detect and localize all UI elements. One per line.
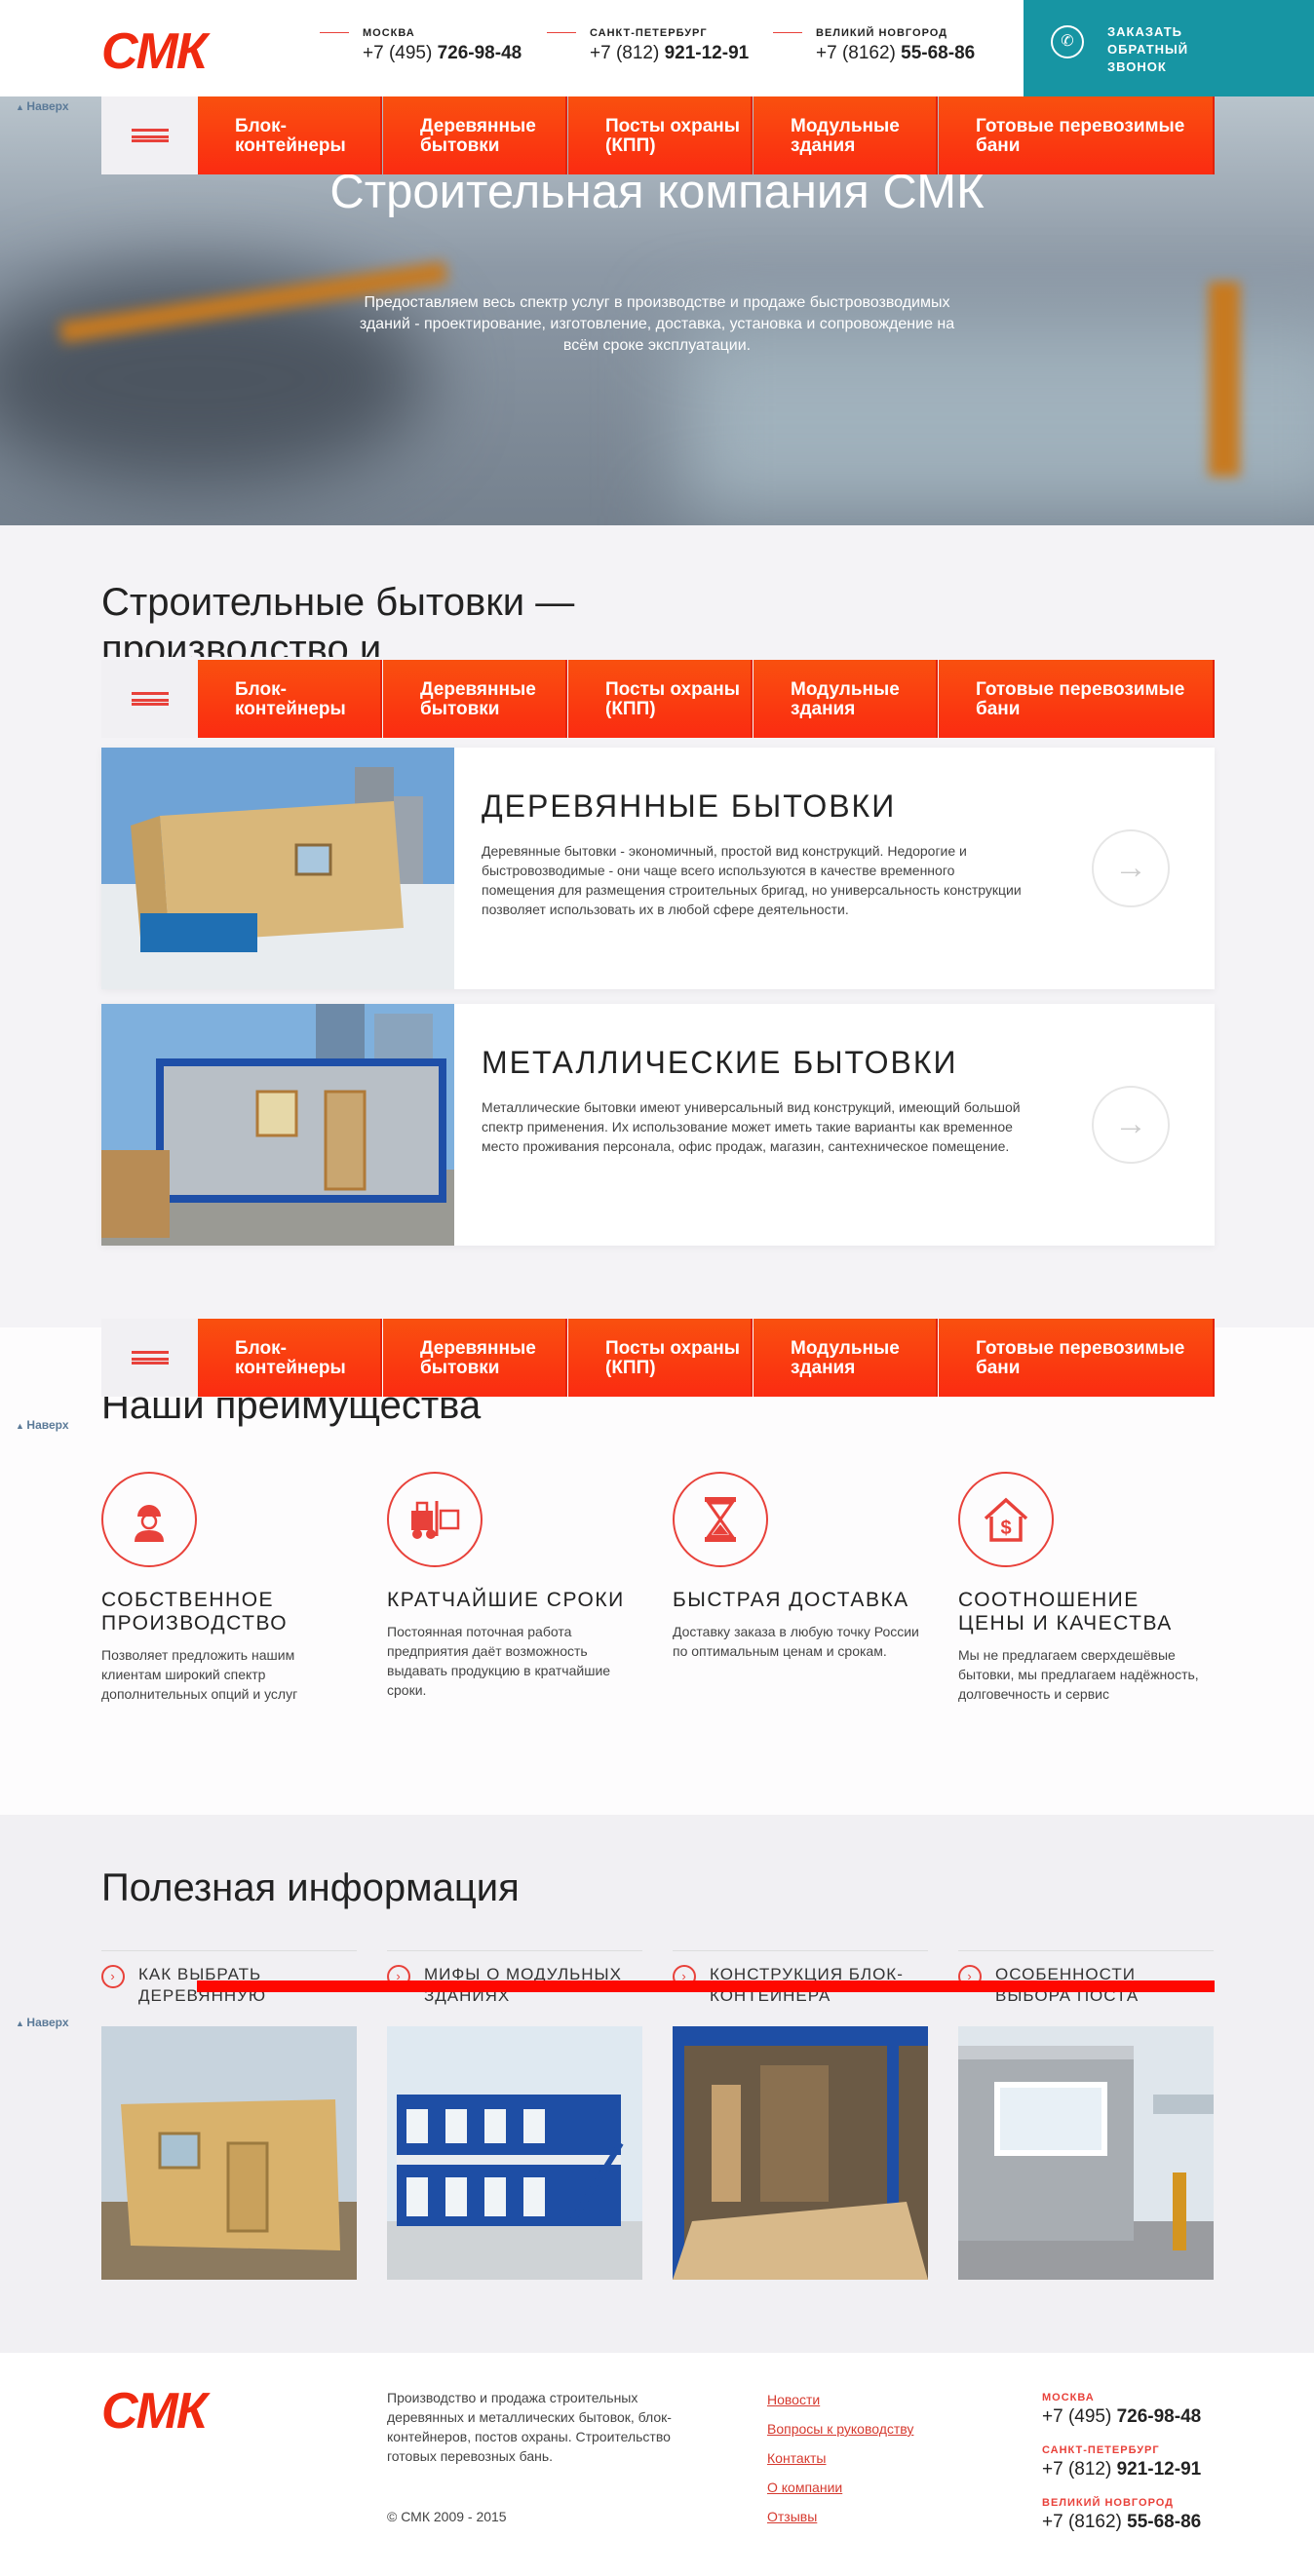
section-title-info: Полезная информация (101, 1866, 520, 1909)
phone-icon: ✆ (1051, 25, 1084, 58)
article-image[interactable] (101, 2026, 357, 2280)
contact-city-novgorod: ВЕЛИКИЙ НОВГОРОД (772, 27, 948, 39)
info-article[interactable]: › МИФЫ О МОДУЛЬНЫХ ЗДАНИЯХ (387, 1950, 642, 2280)
phone-novgorod[interactable]: +7 (8162) 55-68-86 (816, 43, 975, 64)
footer-link-about[interactable]: О компании (767, 2480, 842, 2495)
logo[interactable]: СМК (101, 26, 208, 77)
sticky-nav-copy: Блок-контейнеры Деревянные бытовки Посты… (101, 1319, 1215, 1397)
footer-link-news[interactable]: Новости (767, 2392, 820, 2407)
nav-item-wooden-cabins[interactable]: Деревянные бытовки (383, 1319, 567, 1397)
footer-phone-moscow[interactable]: +7 (495) 726-98-48 (1042, 2406, 1201, 2428)
article-image[interactable] (958, 2026, 1214, 2280)
footer-description: Производство и продажа строительных дере… (387, 2390, 672, 2464)
advantage-item: СОБСТВЕННОЕ ПРОИЗВОДСТВО Позволяет предл… (101, 1472, 355, 1704)
advantage-title: БЫСТРАЯ ДОСТАВКА (673, 1589, 909, 1611)
footer-city-novgorod: ВЕЛИКИЙ НОВГОРОД (1042, 2497, 1175, 2509)
advantage-title: СОБСТВЕННОЕ ПРОИЗВОДСТВО (101, 1589, 289, 1634)
footer-copyright: © СМК 2009 - 2015 (387, 2509, 507, 2524)
card-title: ДЕРЕВЯННЫЕ БЫТОВКИ (482, 788, 897, 824)
section-title-cabins: Строительные бытовки — производство и (101, 581, 575, 657)
card-title: МЕТАЛЛИЧЕСКИЕ БЫТОВКИ (482, 1045, 958, 1080)
nav-item-modular-buildings[interactable]: Модульные здания (754, 660, 938, 738)
main-nav: Блок-контейнеры Деревянные бытовки Посты… (101, 96, 1215, 174)
back-to-top-link[interactable]: Наверх (16, 2016, 68, 2029)
nav-item-saunas[interactable]: Готовые перевозимые бани (939, 660, 1215, 738)
house-dollar-icon: $ (958, 1472, 1054, 1567)
worker-icon (101, 1472, 197, 1567)
phone-spb[interactable]: +7 (812) 921-12-91 (590, 43, 749, 64)
nav-item-guard-posts[interactable]: Посты охраны (КПП) (568, 96, 753, 174)
arrow-right-icon[interactable]: → (1092, 1086, 1170, 1164)
article-image[interactable] (387, 2026, 642, 2280)
hourglass-icon (673, 1472, 768, 1567)
site-header: СМК МОСКВА +7 (495) 726-98-48 САНКТ-ПЕТЕ… (0, 0, 1314, 96)
menu-burger-icon[interactable] (101, 1319, 198, 1397)
nav-item-wooden-cabins[interactable]: Деревянные бытовки (383, 96, 567, 174)
hero-subtitle: Предоставляем весь спектр услуг в произв… (359, 294, 955, 354)
footer-phone-novgorod[interactable]: +7 (8162) 55-68-86 (1042, 2512, 1201, 2533)
nav-item-modular-buildings[interactable]: Модульные здания (754, 96, 938, 174)
advantage-title: КРАТЧАЙШИЕ СРОКИ (387, 1589, 625, 1611)
footer-link-questions[interactable]: Вопросы к руководству (767, 2421, 913, 2437)
card-text: Металлические бытовки имеют универсальны… (482, 1099, 1021, 1154)
advantage-title: СООТНОШЕНИЕ ЦЕНЫ И КАЧЕСТВА (958, 1589, 1173, 1634)
nav-item-modular-buildings[interactable]: Модульные здания (754, 1319, 938, 1397)
menu-burger-icon[interactable] (101, 96, 198, 174)
info-article[interactable]: ›ОСОБЕННОСТИ ВЫБОРА ПОСТА ОХРАНЫ (958, 1950, 1214, 2280)
footer-logo[interactable]: СМК (101, 2386, 208, 2437)
nav-item-saunas[interactable]: Готовые перевозимые бани (939, 1319, 1215, 1397)
wooden-cabin-photo (101, 748, 454, 989)
footer-city-spb: САНКТ-ПЕТЕРБУРГ (1042, 2444, 1160, 2456)
contact-city-spb: САНКТ-ПЕТЕРБУРГ (547, 27, 708, 39)
arrow-circle-icon: › (101, 1965, 125, 1988)
footer-link-reviews[interactable]: Отзывы (767, 2509, 817, 2524)
card-wooden-cabins[interactable]: ДЕРЕВЯННЫЕ БЫТОВКИ Деревянные бытовки - … (101, 748, 1215, 989)
arrow-right-icon[interactable]: → (1092, 829, 1170, 907)
nav-item-block-containers[interactable]: Блок-контейнеры (198, 96, 382, 174)
forklift-icon (387, 1472, 483, 1567)
phone-moscow[interactable]: +7 (495) 726-98-48 (363, 43, 522, 64)
footer-phone-spb[interactable]: +7 (812) 921-12-91 (1042, 2459, 1201, 2480)
footer-link-contacts[interactable]: Контакты (767, 2450, 826, 2466)
contact-city-moscow: МОСКВА (320, 27, 415, 39)
advantage-text: Мы не предлагаем сверхдешёвые бытовки, м… (958, 1647, 1199, 1702)
nav-item-saunas[interactable]: Готовые перевозимые бани (939, 96, 1215, 174)
callback-label: ЗАКАЗАТЬ ОБРАТНЫЙ ЗВОНОК (1107, 24, 1189, 74)
card-metal-cabins[interactable]: МЕТАЛЛИЧЕСКИЕ БЫТОВКИ Металлические быто… (101, 1004, 1215, 1246)
metal-cabin-photo (101, 1004, 454, 1246)
info-article[interactable]: ›КАК ВЫБРАТЬ ДЕРЕВЯННУЮ БЫТОВКУ (101, 1950, 357, 2280)
footer-city-moscow: МОСКВА (1042, 2392, 1095, 2403)
article-image[interactable] (673, 2026, 928, 2280)
sticky-nav-copy: Блок-контейнеры Деревянные бытовки Посты… (101, 660, 1215, 738)
nav-item-guard-posts[interactable]: Посты охраны (КПП) (568, 660, 753, 738)
back-to-top-link[interactable]: Наверх (16, 99, 68, 113)
nav-item-block-containers[interactable]: Блок-контейнеры (198, 660, 382, 738)
sticky-nav-strip (197, 1980, 1215, 1992)
menu-burger-icon[interactable] (101, 660, 198, 738)
advantage-item: БЫСТРАЯ ДОСТАВКА Доставку заказа в любую… (673, 1472, 926, 1661)
advantage-text: Доставку заказа в любую точку России по … (673, 1624, 919, 1659)
advantage-text: Постоянная поточная работа предприятия д… (387, 1624, 611, 1698)
advantage-item: $ СООТНОШЕНИЕ ЦЕНЫ И КАЧЕСТВА Мы не пред… (958, 1472, 1212, 1704)
back-to-top-link[interactable]: Наверх (16, 1418, 68, 1432)
nav-item-block-containers[interactable]: Блок-контейнеры (198, 1319, 382, 1397)
card-text: Деревянные бытовки - экономичный, просто… (482, 843, 1022, 917)
nav-item-wooden-cabins[interactable]: Деревянные бытовки (383, 660, 567, 738)
info-article[interactable]: › КОНСТРУКЦИЯ БЛОК-КОНТЕЙНЕРА (673, 1950, 928, 2280)
nav-item-guard-posts[interactable]: Посты охраны (КПП) (568, 1319, 753, 1397)
advantage-item: КРАТЧАЙШИЕ СРОКИ Постоянная поточная раб… (387, 1472, 640, 1700)
advantage-text: Позволяет предложить нашим клиентам широ… (101, 1647, 298, 1702)
svg-text:$: $ (1000, 1518, 1011, 1539)
